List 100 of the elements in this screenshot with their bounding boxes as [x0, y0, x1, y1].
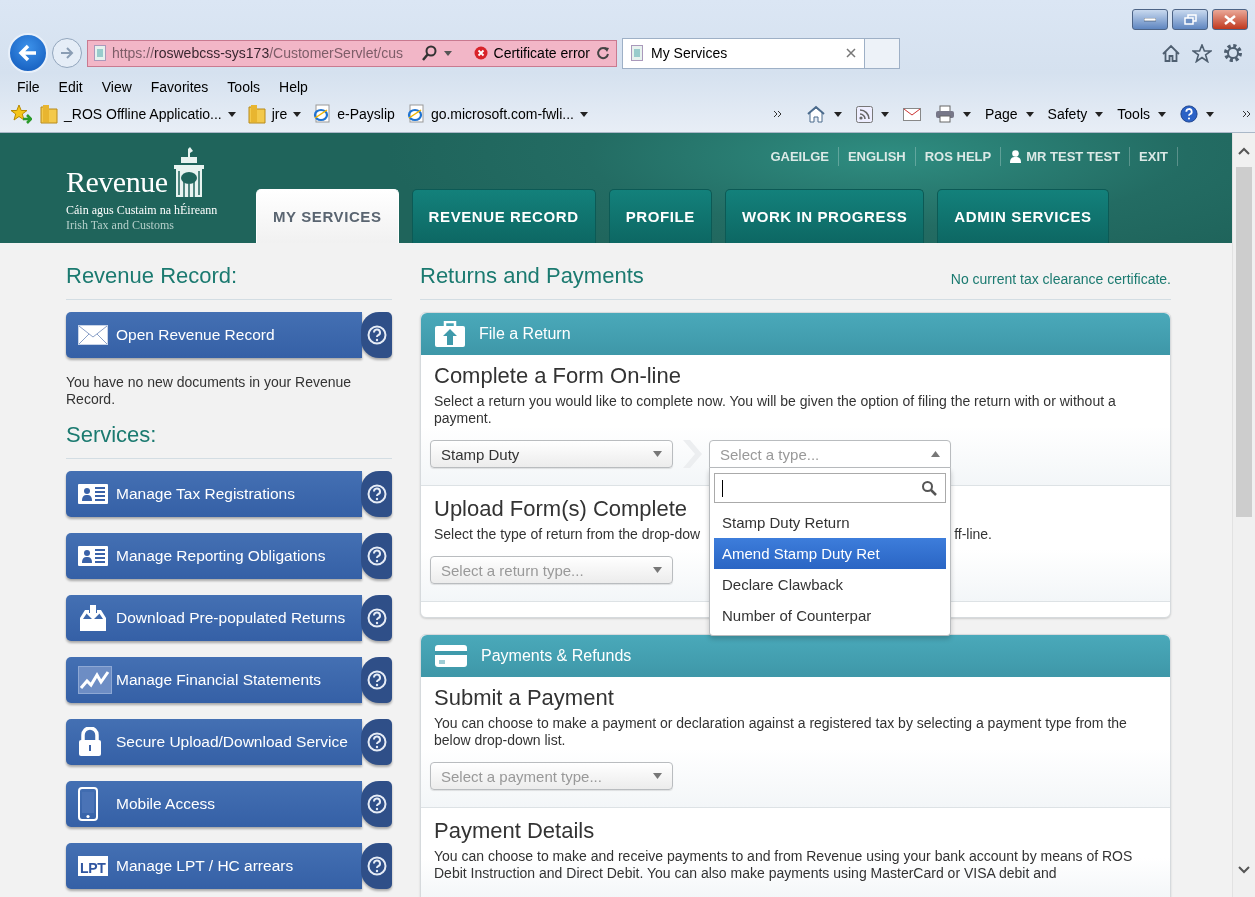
credit-card-icon: [435, 645, 467, 667]
bookmark-link[interactable]: e-Payslip: [313, 104, 395, 124]
menu-item[interactable]: File: [17, 79, 40, 95]
bookmark-link[interactable]: go.microsoft.com-fwli...: [406, 104, 588, 124]
help-button[interactable]: [361, 595, 392, 641]
help-icon: [366, 794, 387, 814]
logo-subtitle: Irish Tax and Customs: [66, 218, 175, 233]
help-button[interactable]: [361, 657, 392, 703]
user-icon: [1010, 150, 1022, 163]
home-icon[interactable]: [1161, 43, 1181, 63]
form-heading: Upload Form(s) Complete: [434, 496, 689, 522]
header-link[interactable]: ROS HELP: [915, 147, 1002, 166]
id-card-icon: [78, 546, 108, 566]
double-chevron-icon[interactable]: [772, 110, 782, 118]
menu-item[interactable]: Tools: [227, 79, 261, 95]
clearance-notice: No current tax clearance certificate.: [950, 271, 1171, 289]
web-page-icon: [313, 104, 332, 124]
printer-icon[interactable]: [934, 105, 955, 123]
nav-tab[interactable]: WORK IN PROGRESS: [724, 189, 925, 243]
service-button[interactable]: Manage Financial Statements: [66, 657, 362, 703]
dropdown-option[interactable]: Number of Counterpar: [714, 600, 946, 631]
service-button[interactable]: LPT Manage LPT / HC arrears: [66, 843, 362, 889]
header-link[interactable]: GAEILGE: [761, 147, 839, 166]
restore-icon: [1183, 14, 1197, 25]
web-page-icon: [406, 104, 425, 124]
page-icon: [94, 45, 106, 61]
certificate-error-label[interactable]: Certificate error: [493, 45, 590, 61]
caret-icon: [653, 567, 662, 573]
help-button[interactable]: [361, 533, 392, 579]
minimize-button[interactable]: [1132, 9, 1168, 30]
favorite-label: jre: [271, 106, 288, 122]
command-menu[interactable]: Tools: [1117, 106, 1166, 122]
service-button[interactable]: Manage Reporting Obligations: [66, 533, 362, 579]
dropdown-option[interactable]: Stamp Duty Return: [714, 507, 946, 538]
nav-tab[interactable]: MY SERVICES: [256, 189, 399, 243]
header-link[interactable]: MR TEST TEST: [1001, 147, 1131, 166]
command-menu[interactable]: Safety: [1047, 106, 1104, 122]
tab-title: My Services: [651, 45, 729, 61]
search-icon[interactable]: [421, 45, 438, 61]
double-chevron-icon[interactable]: [1242, 110, 1251, 118]
form-description: You can choose to make and receive payments to and from Revenue using your bank account by means of ROS Debit Instruction and Direct Debit. You can also make payments using MasterCard or VISA debit and: [434, 848, 1133, 881]
nav-tab[interactable]: ADMIN SERVICES: [937, 189, 1109, 243]
search-field[interactable]: [714, 473, 946, 503]
help-button[interactable]: [361, 719, 392, 765]
menu-item[interactable]: Help: [279, 79, 308, 95]
form-description: You can choose to make a payment or declaration against a registered tax by selecting a payment type from the below drop-down list.: [434, 715, 1127, 748]
browser-tab[interactable]: My Services: [622, 37, 865, 69]
record-note: You have no new documents in your Revenue Record.: [66, 374, 353, 408]
url-text: https://roswebcss-sys173/CustomerServlet/cus: [112, 45, 404, 61]
help-button[interactable]: [361, 312, 392, 358]
close-button[interactable]: [1212, 9, 1248, 30]
form-description: Select the type of return from the drop-dow: [434, 526, 701, 542]
caret-up-icon: [931, 451, 940, 457]
help-button[interactable]: [361, 471, 392, 517]
dropdown-option[interactable]: Amend Stamp Duty Ret: [714, 538, 946, 569]
settings-icon[interactable]: [1223, 43, 1243, 63]
scroll-thumb[interactable]: [1236, 167, 1252, 517]
feed-icon[interactable]: [855, 105, 873, 123]
favorite-label: e-Payslip: [337, 106, 395, 122]
help-button[interactable]: [361, 781, 392, 827]
padlock-icon: [78, 727, 102, 757]
dropdown-option[interactable]: Declare Clawback: [714, 569, 946, 600]
menu-item[interactable]: Edit: [58, 79, 83, 95]
help-icon: [366, 325, 387, 345]
command-label[interactable]: Page: [984, 106, 1018, 122]
home-icon[interactable]: [805, 105, 826, 123]
bookmark-link[interactable]: _ROS Offline Applicatio...: [40, 104, 236, 124]
nav-tab[interactable]: REVENUE RECORD: [411, 189, 596, 243]
page-heading: Returns and Payments: [420, 263, 644, 289]
service-button[interactable]: Secure Upload/Download Service: [66, 719, 362, 765]
service-button[interactable]: Mobile Access: [66, 781, 362, 827]
mail-icon[interactable]: [902, 107, 921, 121]
refresh-icon[interactable]: [596, 46, 610, 60]
phone-icon: [78, 787, 98, 821]
menu-item[interactable]: View: [101, 79, 132, 95]
arrow-left-icon: [18, 44, 38, 62]
address-bar[interactable]: https://roswebcss-sys173/CustomerServlet/cus Certificate error: [87, 39, 617, 67]
help-icon[interactable]: [1180, 105, 1198, 123]
service-button[interactable]: Manage Tax Registrations: [66, 471, 362, 517]
menu-item[interactable]: Favorites: [150, 79, 209, 95]
service-button[interactable]: Open Revenue Record: [66, 312, 362, 358]
restore-button[interactable]: [1172, 9, 1208, 30]
close-icon[interactable]: [846, 48, 856, 58]
panel-title: Payments & Refunds: [481, 647, 632, 665]
service-button[interactable]: Download Pre-populated Returns: [66, 595, 362, 641]
help-button[interactable]: [361, 843, 392, 889]
add-favorite-icon[interactable]: [10, 104, 32, 124]
section-heading: Services:: [66, 422, 392, 459]
command-label[interactable]: Tools: [1117, 106, 1150, 122]
select-field[interactable]: Stamp Duty: [430, 440, 673, 468]
bookmark-link[interactable]: jre: [247, 104, 302, 124]
form-description: ff-line.: [954, 526, 992, 542]
command-menu[interactable]: Page: [984, 106, 1034, 122]
star-icon[interactable]: [1192, 43, 1212, 63]
nav-tab[interactable]: PROFILE: [608, 189, 712, 243]
command-label[interactable]: Safety: [1047, 106, 1088, 122]
minimize-icon: [1144, 17, 1156, 22]
back-button[interactable]: [8, 33, 48, 73]
panel-title: File a Return: [479, 325, 571, 343]
header-link[interactable]: EXIT: [1130, 147, 1178, 166]
